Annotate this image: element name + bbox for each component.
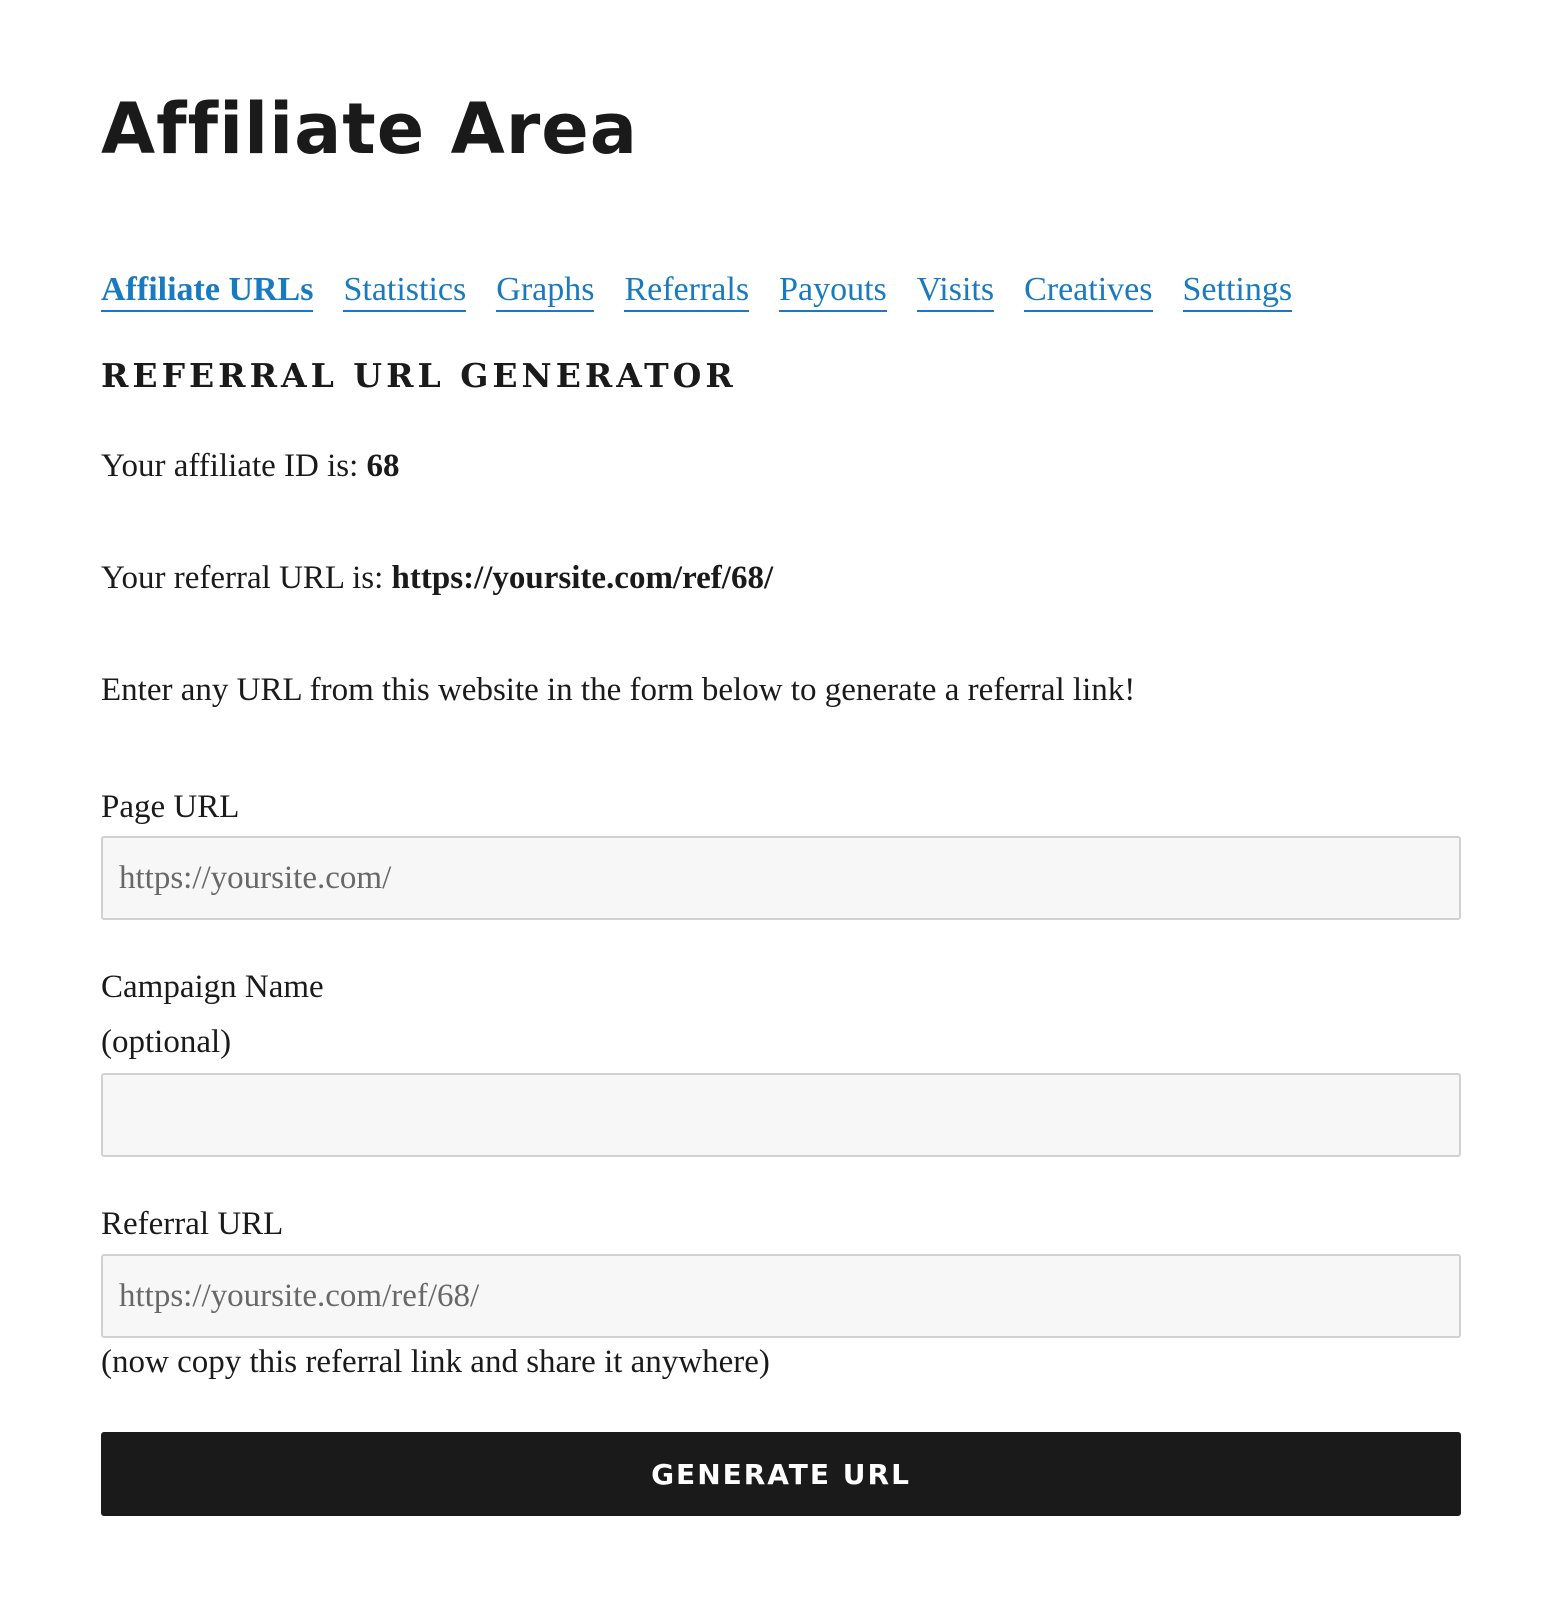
tab-visits[interactable]: Visits xyxy=(916,270,995,312)
instructions-text: Enter any URL from this website in the f… xyxy=(101,672,1136,708)
affiliate-tabs: Affiliate URLs Statistics Graphs Referra… xyxy=(101,270,1293,312)
tab-graphs[interactable]: Graphs xyxy=(496,270,595,312)
campaign-name-label-text: Campaign Name xyxy=(101,969,324,1005)
referral-url-value: https://yoursite.com/ref/68/ xyxy=(391,560,774,596)
tab-affiliate-urls[interactable]: Affiliate URLs xyxy=(101,270,314,312)
tab-payouts[interactable]: Payouts xyxy=(779,270,887,312)
referral-url-label: Referral URL xyxy=(101,1206,284,1242)
affiliate-id-text: Your affiliate ID is: 68 xyxy=(101,448,400,485)
tab-settings[interactable]: Settings xyxy=(1182,270,1293,312)
referral-url-prefix: Your referral URL is: xyxy=(101,560,392,596)
affiliate-id-value: 68 xyxy=(366,448,400,484)
affiliate-id-prefix: Your affiliate ID is: xyxy=(101,448,367,484)
referral-url-output[interactable] xyxy=(101,1254,1461,1338)
section-heading: REFERRAL URL GENERATOR xyxy=(101,356,737,395)
campaign-name-input[interactable] xyxy=(101,1073,1461,1157)
page-url-label: Page URL xyxy=(101,789,240,825)
generate-url-button[interactable]: GENERATE URL xyxy=(101,1432,1461,1516)
tab-referrals[interactable]: Referrals xyxy=(624,270,750,312)
tab-creatives[interactable]: Creatives xyxy=(1024,270,1153,312)
page-url-input[interactable] xyxy=(101,836,1461,920)
tab-statistics[interactable]: Statistics xyxy=(343,270,467,312)
copy-hint: (now copy this referral link and share i… xyxy=(101,1344,770,1380)
referral-url-text: Your referral URL is: https://yoursite.c… xyxy=(101,560,773,597)
campaign-name-label: Campaign Name (optional) xyxy=(101,960,324,1070)
campaign-name-optional: (optional) xyxy=(101,1024,232,1060)
page-title: Affiliate Area xyxy=(101,88,639,170)
